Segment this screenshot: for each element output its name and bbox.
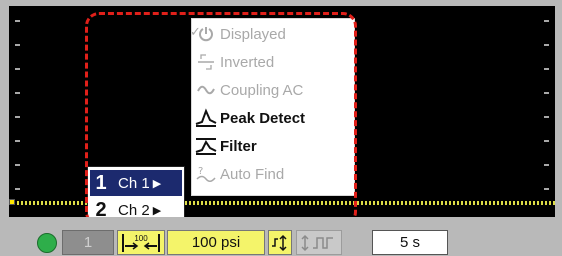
grid-tick xyxy=(544,20,549,22)
grid-tick xyxy=(15,164,20,166)
grid-tick xyxy=(544,140,549,142)
grid-tick xyxy=(544,92,549,94)
scope-frame: ✓ Displayed Inverted Coupling AC Peak De… xyxy=(0,0,562,256)
pulse-button[interactable] xyxy=(296,230,342,255)
grid-tick xyxy=(15,20,20,22)
scale-button[interactable]: 100 xyxy=(117,230,165,255)
grid-tick xyxy=(15,140,20,142)
grid-tick xyxy=(15,188,20,190)
grid-tick xyxy=(15,92,20,94)
timebase-button[interactable]: 5 s xyxy=(372,230,448,255)
channel-button[interactable]: 1 xyxy=(62,230,114,255)
status-led xyxy=(37,233,57,253)
grid-tick xyxy=(15,44,20,46)
grid-tick xyxy=(544,164,549,166)
pulse-icon xyxy=(301,234,333,251)
scale-label: 100 xyxy=(134,234,148,243)
scale-icon: 100 xyxy=(122,233,160,252)
trace-marker[interactable] xyxy=(9,199,15,205)
grid-tick xyxy=(544,68,549,70)
grid-tick xyxy=(15,68,20,70)
grid-tick xyxy=(15,116,20,118)
range-button[interactable]: 100 psi xyxy=(167,230,265,255)
grid-tick xyxy=(544,188,549,190)
grid-tick xyxy=(544,44,549,46)
trigger-button[interactable] xyxy=(268,230,292,255)
grid-tick xyxy=(544,116,549,118)
trigger-icon xyxy=(272,234,287,251)
highlight-outline xyxy=(85,12,357,226)
